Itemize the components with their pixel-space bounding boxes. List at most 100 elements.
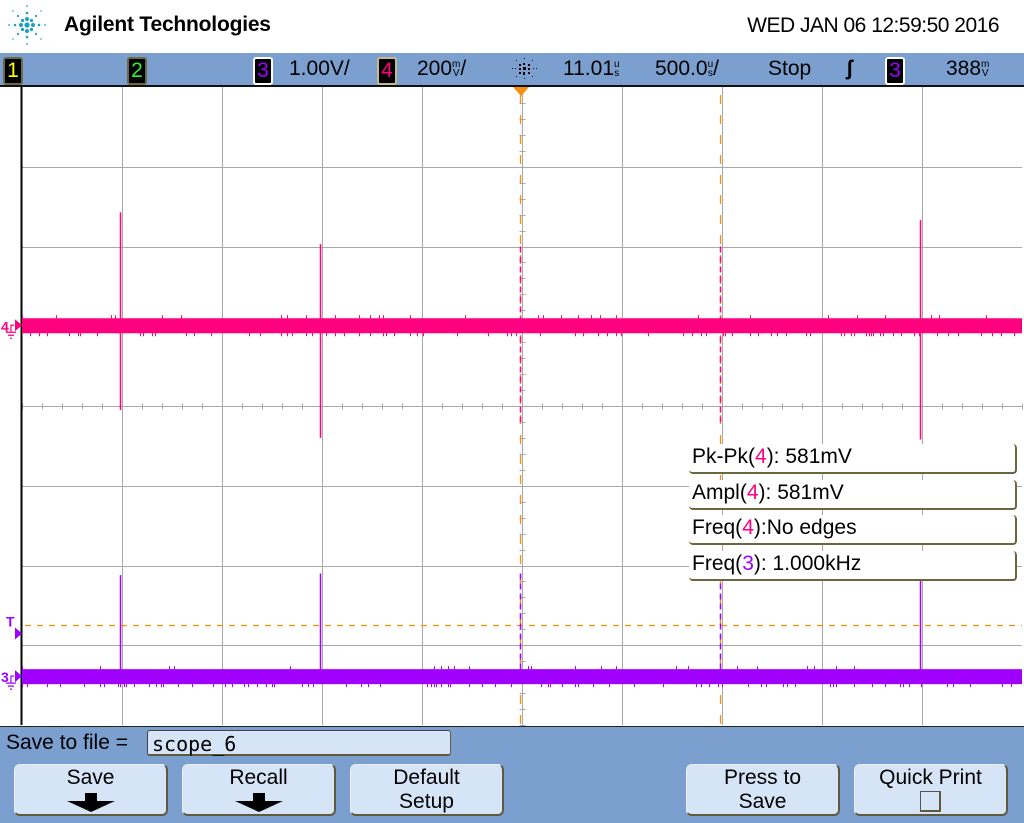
noise-tick [761, 684, 762, 688]
measurement-freq-ch4[interactable]: Freq(4):No edges [689, 515, 1017, 545]
timebase-value: 500.0 [655, 57, 708, 80]
quick-print-label: Quick Print [879, 766, 982, 789]
noise-tick [873, 333, 874, 337]
channel-3-indicator[interactable]: 3 [253, 57, 273, 85]
acquisition-spark-icon[interactable] [506, 56, 542, 82]
noise-tick [22, 315, 23, 319]
channel-2-indicator[interactable]: 2 [127, 57, 147, 85]
noise-tick [346, 684, 347, 688]
noise-tick [737, 666, 738, 670]
noise-tick [56, 315, 57, 319]
unit-base: V [452, 68, 460, 79]
measurement-name: Freq( [692, 516, 743, 539]
noise-tick [841, 333, 842, 337]
noise-tick [69, 333, 70, 337]
noise-tick [174, 666, 175, 670]
noise-tick [931, 315, 932, 319]
noise-tick [621, 333, 622, 337]
noise-tick [359, 315, 360, 319]
noise-tick [616, 666, 617, 670]
noise-tick [287, 315, 288, 319]
noise-tick [601, 666, 602, 670]
noise-tick [124, 684, 125, 688]
noise-tick [947, 684, 948, 688]
save-button-label: Save [66, 766, 115, 789]
channel-4-indicator[interactable]: 4 [377, 57, 397, 85]
noise-tick [541, 684, 542, 688]
noise-tick [787, 684, 788, 688]
noise-tick [441, 684, 442, 688]
noise-tick [528, 666, 529, 670]
noise-tick [163, 684, 164, 688]
noise-tick [454, 666, 455, 670]
noise-tick [616, 315, 617, 319]
noise-tick [118, 684, 119, 688]
noise-tick [836, 684, 837, 688]
noise-tick [465, 315, 466, 319]
noise-tick [100, 684, 101, 688]
noise-tick [379, 315, 380, 319]
noise-tick [854, 666, 855, 670]
measurement-channel: 4 [742, 516, 754, 539]
measurement-freq-ch3[interactable]: Freq(3): 1.000kHz [689, 550, 1017, 581]
file-name-input[interactable]: scope_6 [147, 730, 451, 756]
save-button[interactable]: Save [14, 764, 168, 816]
noise-tick [750, 333, 751, 337]
noise-tick [722, 684, 723, 688]
noise-tick [914, 333, 915, 337]
channel-4-scale[interactable]: 200m V/ [417, 58, 466, 80]
noise-tick [448, 666, 449, 670]
noise-tick [939, 315, 940, 319]
trigger-level[interactable]: 388m V [946, 58, 989, 80]
noise-tick [434, 684, 435, 688]
trigger-marker-label: T [6, 614, 15, 630]
noise-tick [274, 684, 275, 688]
noise-tick [692, 333, 693, 337]
rising-edge-icon[interactable]: ʃ [846, 58, 853, 80]
noise-tick [427, 684, 428, 688]
noise-tick [22, 684, 23, 688]
noise-tick [866, 333, 867, 337]
noise-tick [287, 333, 288, 337]
noise-tick [495, 684, 496, 688]
noise-tick [543, 315, 544, 319]
quick-print-button[interactable]: Quick Print [854, 764, 1008, 816]
press-to-save-button[interactable]: Press to Save [686, 764, 840, 816]
measurement-ampl-ch4[interactable]: Ampl(4): 581mV [689, 479, 1017, 510]
noise-tick [937, 333, 938, 337]
noise-tick [417, 333, 418, 337]
noise-tick [698, 315, 699, 319]
noise-tick [616, 333, 617, 337]
noise-tick [386, 333, 387, 337]
noise-tick [308, 684, 309, 688]
noise-tick [120, 684, 121, 688]
horizontal-delay[interactable]: 11.01u s [563, 58, 620, 80]
run-state[interactable]: Stop [768, 58, 811, 80]
delay-value: 11.01 [563, 57, 614, 80]
ch4-trace [22, 318, 1022, 334]
noise-tick [423, 333, 424, 337]
noise-tick [795, 684, 796, 688]
channel-3-scale[interactable]: 1.00V/ [289, 58, 350, 80]
channel-1-indicator[interactable]: 1 [3, 57, 23, 85]
recall-button[interactable]: Recall [182, 764, 336, 816]
noise-tick [648, 333, 649, 337]
waveform-display[interactable]: 4 3 T [0, 87, 1024, 726]
measurement-pk-pk-ch4[interactable]: Pk-Pk(4): 581mV [689, 444, 1017, 474]
noise-tick [857, 315, 858, 319]
noise-tick [634, 684, 635, 688]
noise-tick [548, 684, 549, 688]
noise-tick [1001, 333, 1002, 337]
noise-tick [854, 333, 855, 337]
noise-tick [511, 333, 512, 337]
graticule[interactable]: 4 3 T [0, 87, 1024, 726]
noise-tick [361, 684, 362, 688]
timebase-scale[interactable]: 500.0u s/ [655, 58, 719, 80]
default-setup-button[interactable]: Default Setup [350, 764, 504, 816]
trigger-source-indicator[interactable]: 3 [885, 57, 905, 85]
checkbox-icon[interactable] [920, 791, 941, 812]
noise-tick [901, 333, 902, 337]
noise-tick [851, 333, 852, 337]
noise-tick [550, 684, 551, 688]
measurement-name: Pk-Pk( [692, 445, 755, 468]
